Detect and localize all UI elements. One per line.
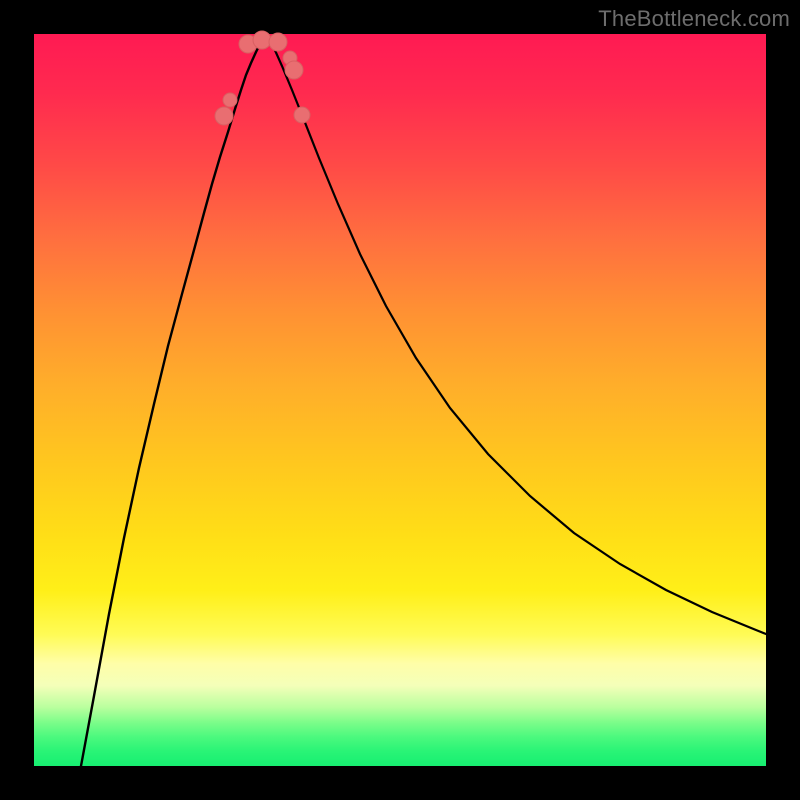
data-marker xyxy=(215,107,233,125)
chart-frame: TheBottleneck.com xyxy=(0,0,800,800)
plot-area xyxy=(34,34,766,766)
watermark-text: TheBottleneck.com xyxy=(598,6,790,32)
left-curve xyxy=(81,36,264,766)
data-markers xyxy=(215,31,310,125)
data-marker xyxy=(253,31,271,49)
right-curve xyxy=(267,36,766,634)
curves-svg xyxy=(34,34,766,766)
data-marker xyxy=(269,33,287,51)
data-marker xyxy=(294,107,310,123)
data-marker xyxy=(223,93,237,107)
data-marker xyxy=(285,61,303,79)
